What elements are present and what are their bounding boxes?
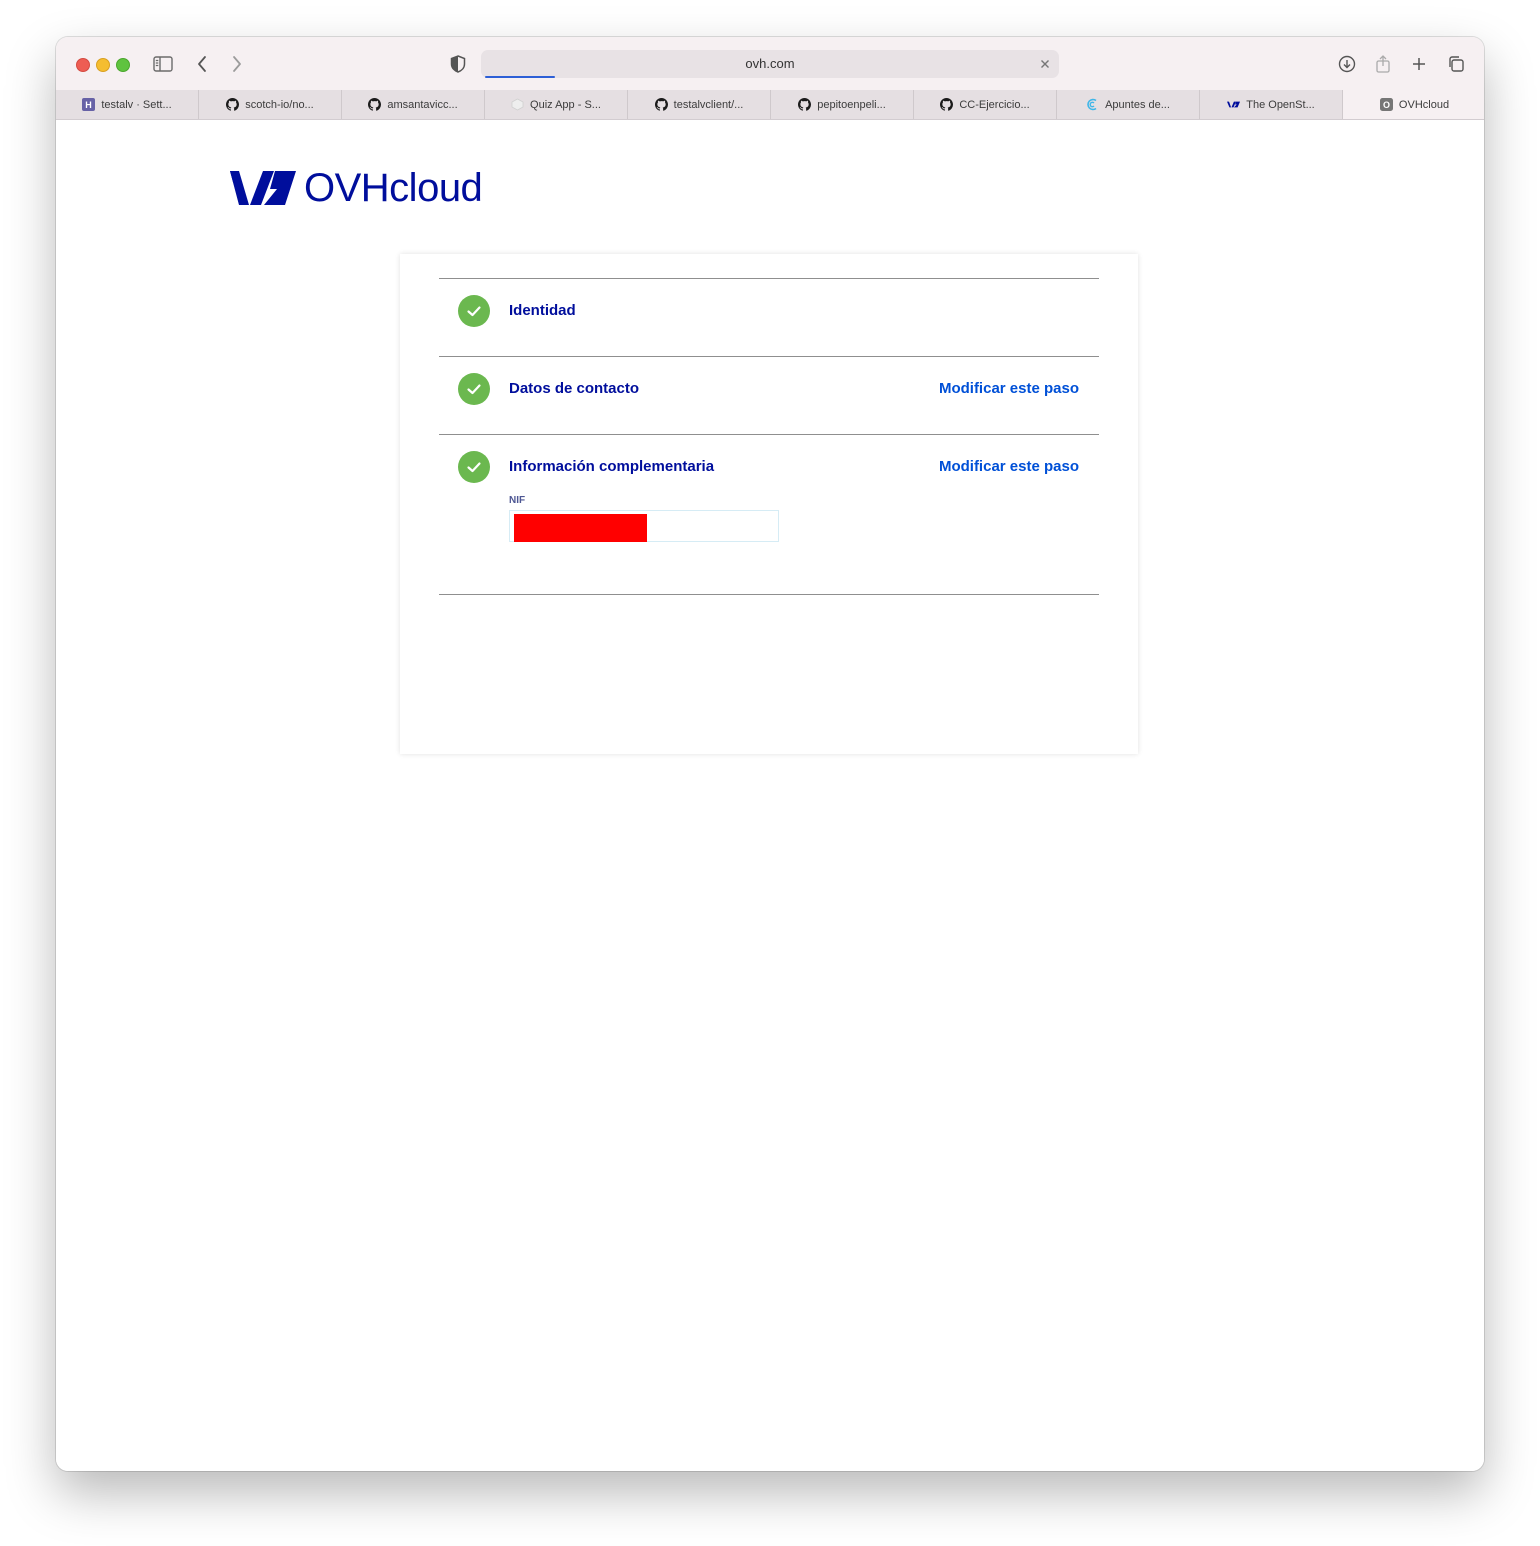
stop-loading-icon[interactable]	[1037, 56, 1053, 72]
tab-label: testalv · Sett...	[101, 98, 172, 111]
ovhcloud-logo-icon	[230, 171, 296, 205]
tab-label: CC-Ejercicio...	[959, 98, 1030, 111]
privacy-shield-icon[interactable]	[446, 52, 470, 76]
svg-text:O: O	[1383, 100, 1390, 110]
share-icon[interactable]	[1371, 52, 1395, 76]
tab-label: The OpenSt...	[1246, 98, 1315, 111]
new-tab-icon[interactable]	[1407, 52, 1431, 76]
ovh-icon	[1227, 98, 1241, 111]
check-icon	[458, 451, 490, 483]
tab-amsantavicc[interactable]: amsantavicc...	[342, 90, 485, 119]
github-icon	[368, 98, 382, 111]
divider	[439, 434, 1099, 435]
logo-wordmark: OVHcloud	[304, 165, 483, 210]
tab-bar: H testalv · Sett... scotch-io/no... amsa…	[56, 90, 1484, 120]
zoom-window-button[interactable]	[116, 58, 130, 72]
heroku-icon: H	[82, 98, 96, 111]
ovhcloud-logo[interactable]: OVHcloud	[230, 165, 483, 210]
tab-label: OVHcloud	[1398, 98, 1450, 111]
apuntes-icon	[1086, 98, 1099, 111]
close-window-button[interactable]	[76, 58, 90, 72]
redacted-value	[514, 514, 647, 542]
tab-label: Apuntes de...	[1105, 98, 1170, 111]
github-icon	[940, 98, 954, 111]
browser-window: ovh.com H testalv · Sett... scotch-io/no…	[56, 37, 1484, 1471]
divider	[439, 278, 1099, 279]
tab-label: scotch-io/no...	[245, 98, 314, 111]
check-icon	[458, 295, 490, 327]
tab-apuntes[interactable]: Apuntes de...	[1057, 90, 1200, 119]
downloads-icon[interactable]	[1335, 52, 1359, 76]
tab-label: pepitoenpeli...	[817, 98, 886, 111]
forward-icon[interactable]	[225, 52, 249, 76]
modify-step-link[interactable]: Modificar este paso	[939, 380, 1079, 397]
page-content: OVHcloud Identidad Datos de contacto Mod…	[56, 120, 1484, 1471]
minimize-window-button[interactable]	[96, 58, 110, 72]
back-icon[interactable]	[190, 52, 214, 76]
check-icon	[458, 373, 490, 405]
tab-pepitoenpeli[interactable]: pepitoenpeli...	[771, 90, 914, 119]
tab-quiz-app[interactable]: Quiz App - S...	[485, 90, 628, 119]
page-load-progress	[485, 76, 555, 78]
address-bar[interactable]: ovh.com	[481, 50, 1059, 78]
tab-overview-icon[interactable]	[1444, 52, 1468, 76]
step-title: Datos de contacto	[509, 380, 640, 397]
nif-field[interactable]	[509, 510, 779, 542]
github-icon	[226, 98, 240, 111]
browser-toolbar: ovh.com	[56, 37, 1484, 90]
svg-text:H: H	[86, 100, 93, 110]
tab-scotch-io[interactable]: scotch-io/no...	[199, 90, 342, 119]
nif-label: NIF	[509, 495, 526, 506]
step-title: Identidad	[509, 302, 576, 319]
divider	[439, 594, 1099, 595]
ovhcloud-icon: O	[1379, 98, 1393, 111]
signup-steps-card: Identidad Datos de contacto Modificar es…	[400, 254, 1138, 754]
github-icon	[798, 98, 812, 111]
tab-label: amsantavicc...	[387, 98, 458, 111]
quiz-app-icon	[511, 98, 524, 111]
divider	[439, 356, 1099, 357]
github-icon	[654, 98, 668, 111]
step-title: Información complementaria	[509, 458, 715, 475]
tab-ovhcloud[interactable]: O OVHcloud	[1343, 90, 1484, 119]
address-text: ovh.com	[745, 56, 795, 71]
tab-testalv[interactable]: H testalv · Sett...	[56, 90, 199, 119]
modify-step-link[interactable]: Modificar este paso	[939, 458, 1079, 475]
sidebar-toggle-icon[interactable]	[151, 52, 175, 76]
tab-label: testalvclient/...	[673, 98, 744, 111]
tab-label: Quiz App - S...	[530, 98, 601, 111]
tab-the-openst[interactable]: The OpenSt...	[1200, 90, 1343, 119]
tab-testalvclient[interactable]: testalvclient/...	[628, 90, 771, 119]
tab-cc-ejercicio[interactable]: CC-Ejercicio...	[914, 90, 1057, 119]
